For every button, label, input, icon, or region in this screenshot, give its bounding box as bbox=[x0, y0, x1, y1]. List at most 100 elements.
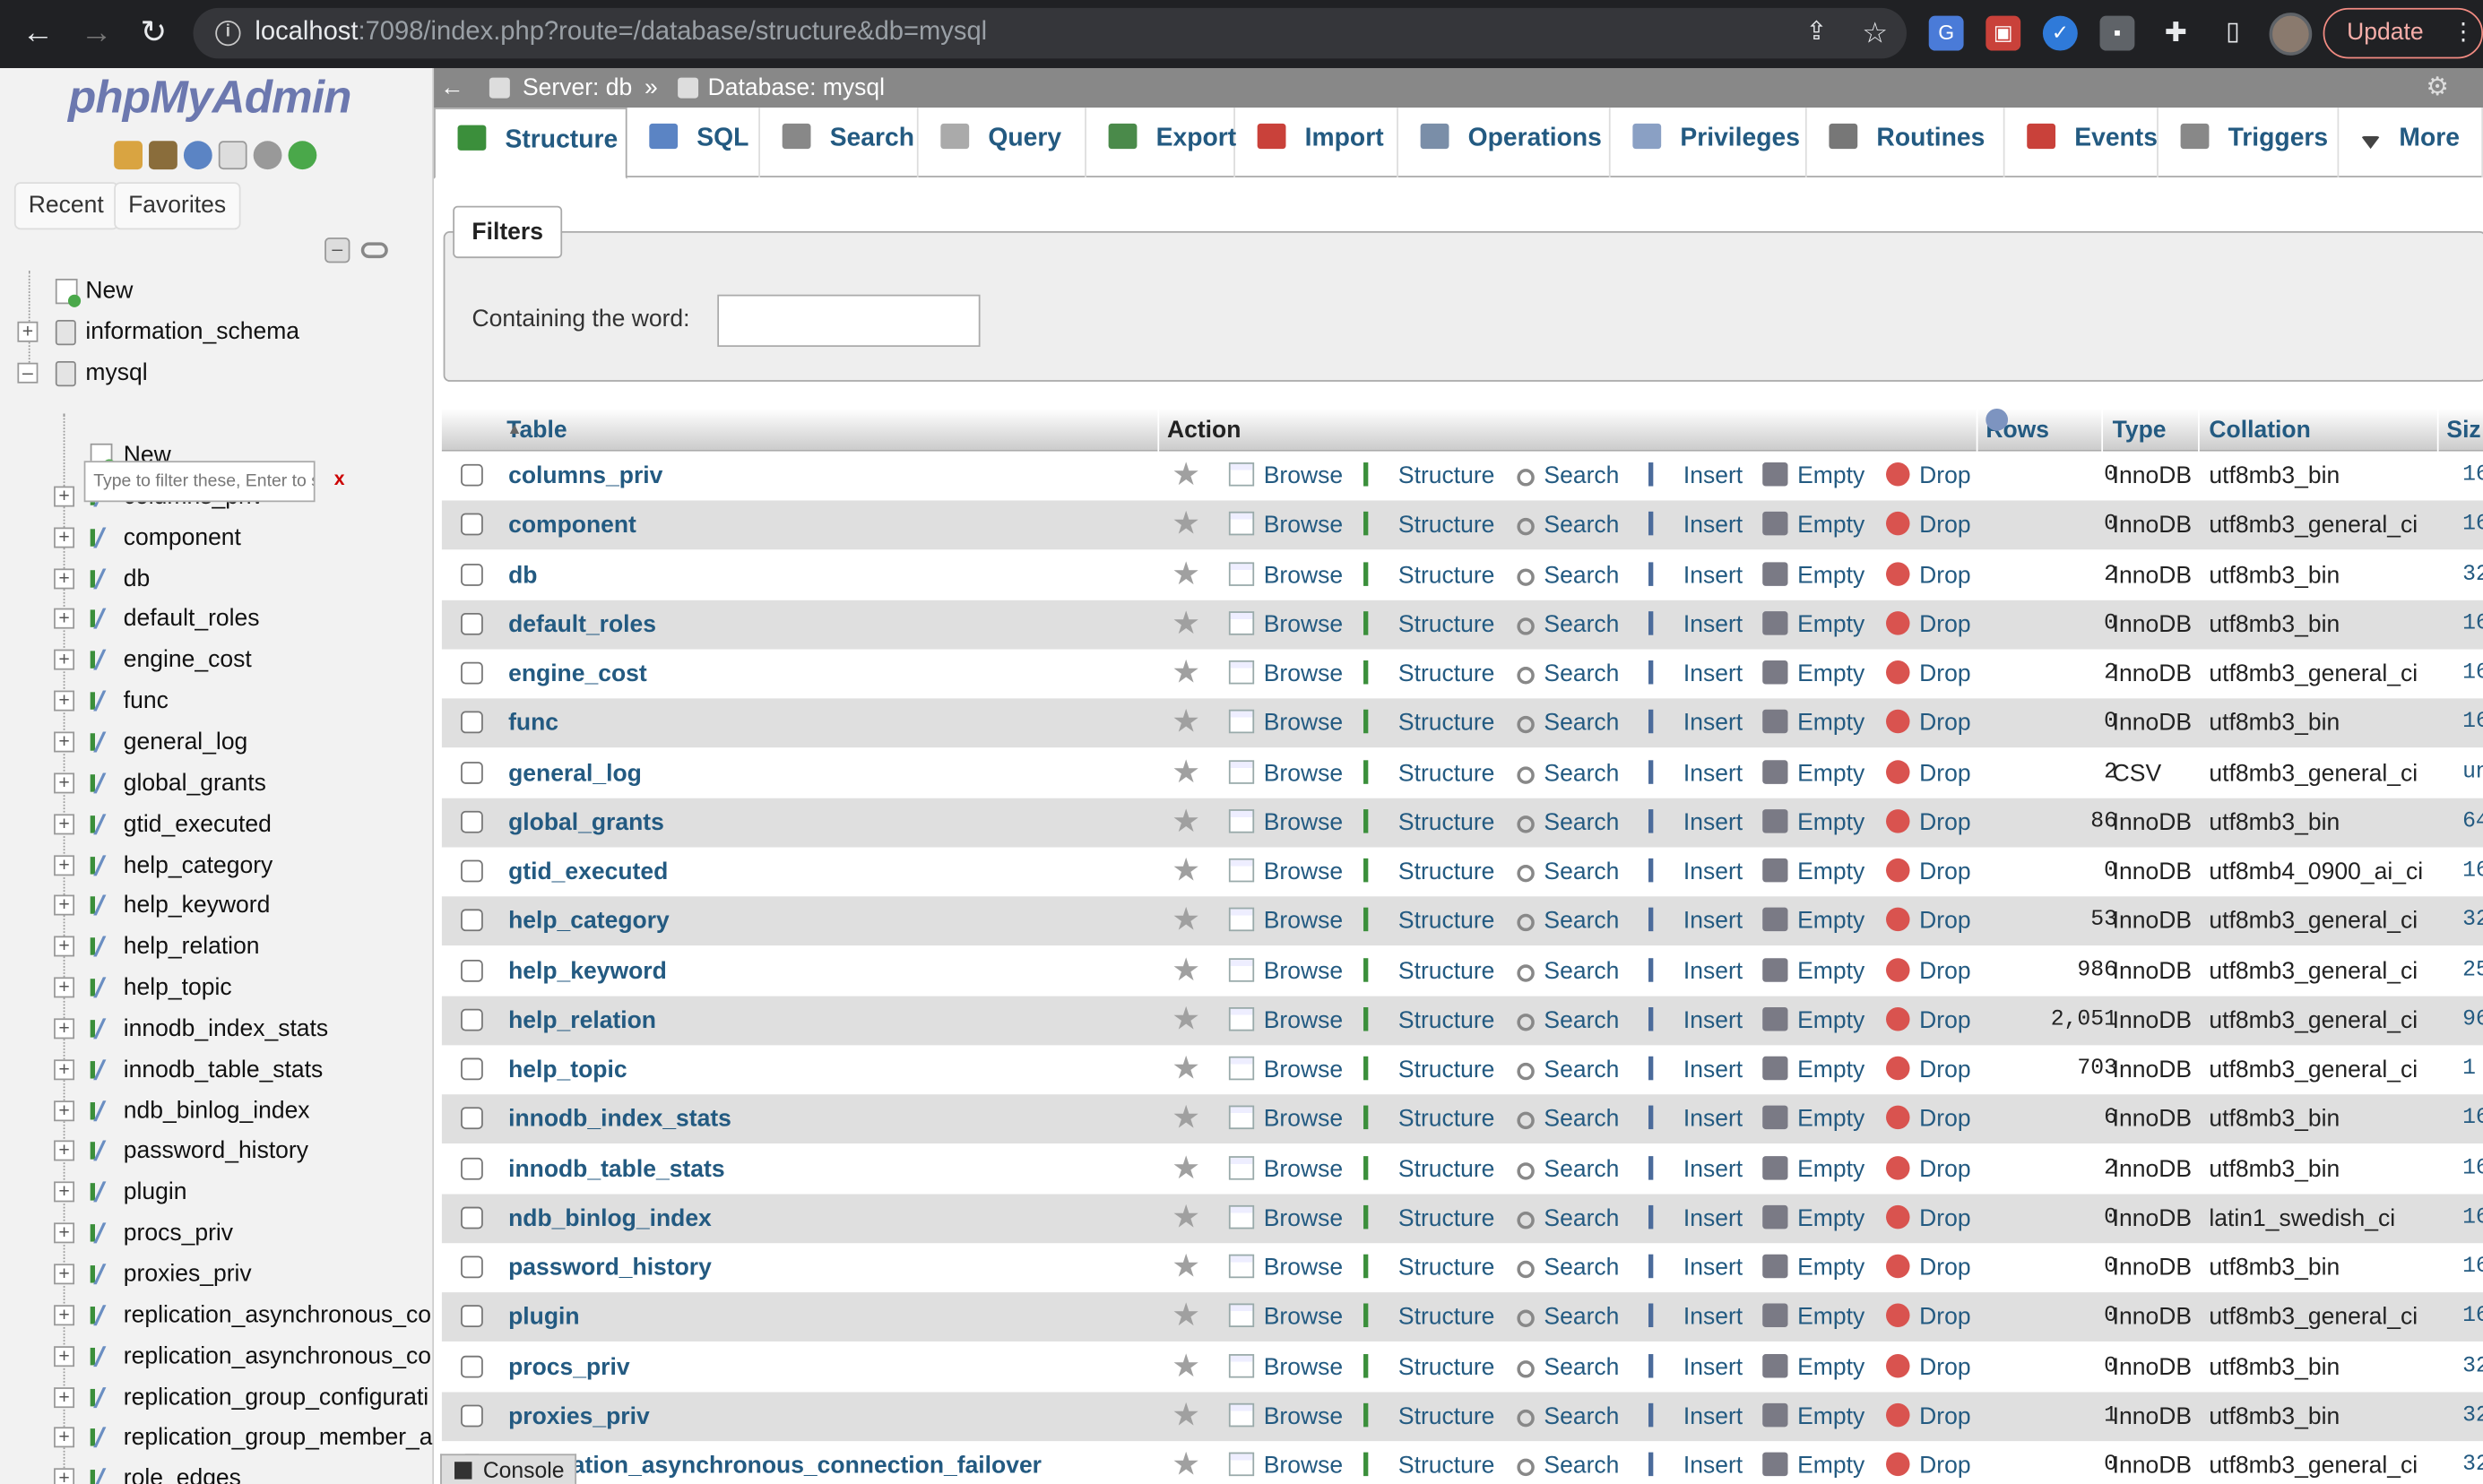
extension-icon[interactable]: ✓ bbox=[2042, 15, 2078, 51]
empty-action[interactable]: Empty bbox=[1762, 501, 1864, 550]
insert-action[interactable]: Insert bbox=[1648, 1095, 1743, 1144]
search-action[interactable]: Search bbox=[1517, 452, 1619, 501]
search-action[interactable]: Search bbox=[1517, 1095, 1619, 1144]
expand-icon[interactable]: + bbox=[54, 526, 75, 548]
tab-query[interactable]: Query bbox=[919, 108, 1086, 177]
table-icon[interactable] bbox=[90, 812, 114, 836]
back-arrow-icon[interactable]: ← bbox=[17, 13, 58, 54]
tab-more[interactable]: More bbox=[2339, 108, 2483, 177]
recent-tables-button[interactable]: Recent bbox=[13, 182, 118, 230]
collapse-sidebar-arrow-icon[interactable]: ← bbox=[440, 68, 463, 108]
favorite-star-icon[interactable]: ★ bbox=[1172, 501, 1200, 550]
tab-search[interactable]: Search bbox=[760, 108, 919, 177]
expand-icon[interactable]: + bbox=[54, 772, 75, 794]
table-name-link[interactable]: replication_asynchronous_connection_fail… bbox=[508, 1441, 1042, 1484]
structure-action[interactable]: Structure bbox=[1363, 748, 1494, 798]
table-size[interactable]: 16 bbox=[2462, 848, 2483, 897]
row-checkbox[interactable] bbox=[461, 513, 483, 536]
structure-action[interactable]: Structure bbox=[1363, 1095, 1494, 1144]
table-icon[interactable] bbox=[90, 1426, 114, 1450]
structure-action[interactable]: Structure bbox=[1363, 1293, 1494, 1342]
structure-action[interactable]: Structure bbox=[1363, 699, 1494, 748]
console-toggle[interactable]: Console bbox=[440, 1454, 577, 1484]
browse-action[interactable]: Browse bbox=[1228, 699, 1343, 748]
side-panel-icon[interactable]: ▯ bbox=[2212, 13, 2254, 54]
insert-action[interactable]: Insert bbox=[1648, 1342, 1743, 1392]
logout-icon[interactable] bbox=[149, 141, 177, 170]
search-action[interactable]: Search bbox=[1517, 848, 1619, 897]
table-size[interactable]: 16 bbox=[2462, 1194, 2483, 1243]
structure-action[interactable]: Structure bbox=[1363, 1392, 1494, 1441]
table-icon[interactable] bbox=[90, 1467, 114, 1484]
expand-icon[interactable]: + bbox=[54, 978, 75, 998]
expand-icon[interactable]: + bbox=[54, 1428, 75, 1449]
expand-icon[interactable]: + bbox=[54, 813, 75, 834]
expand-icon[interactable]: + bbox=[54, 936, 75, 957]
table-size[interactable]: 32 bbox=[2462, 897, 2483, 946]
row-checkbox[interactable] bbox=[461, 711, 483, 734]
column-header-type[interactable]: Type bbox=[2113, 409, 2167, 452]
structure-action[interactable]: Structure bbox=[1363, 996, 1494, 1045]
table-icon[interactable] bbox=[90, 893, 114, 918]
table-name-link[interactable]: help_relation bbox=[508, 996, 656, 1045]
tab-import[interactable]: Import bbox=[1235, 108, 1398, 177]
search-action[interactable]: Search bbox=[1517, 946, 1619, 996]
row-checkbox[interactable] bbox=[461, 463, 483, 487]
search-action[interactable]: Search bbox=[1517, 600, 1619, 649]
empty-action[interactable]: Empty bbox=[1762, 1293, 1864, 1342]
table-icon[interactable] bbox=[90, 525, 114, 549]
expand-icon[interactable]: + bbox=[54, 854, 75, 876]
table-icon[interactable] bbox=[90, 1099, 114, 1123]
table-icon[interactable] bbox=[90, 648, 114, 672]
row-checkbox[interactable] bbox=[461, 959, 483, 981]
search-action[interactable]: Search bbox=[1517, 1045, 1619, 1094]
row-checkbox[interactable] bbox=[461, 1354, 483, 1377]
browse-action[interactable]: Browse bbox=[1228, 1095, 1343, 1144]
table-size[interactable]: 1 bbox=[2462, 1045, 2476, 1094]
insert-action[interactable]: Insert bbox=[1648, 1293, 1743, 1342]
insert-action[interactable]: Insert bbox=[1648, 699, 1743, 748]
table-name-link[interactable]: help_category bbox=[508, 897, 670, 946]
empty-action[interactable]: Empty bbox=[1762, 650, 1864, 699]
browse-action[interactable]: Browse bbox=[1228, 501, 1343, 550]
expand-icon[interactable]: + bbox=[54, 1058, 75, 1080]
collapse-all-icon[interactable]: – bbox=[324, 237, 350, 263]
help-icon[interactable] bbox=[183, 141, 212, 170]
insert-action[interactable]: Insert bbox=[1648, 452, 1743, 501]
breadcrumb-server[interactable]: Server: db bbox=[523, 68, 632, 108]
structure-action[interactable]: Structure bbox=[1363, 1144, 1494, 1194]
table-name-link[interactable]: gtid_executed bbox=[508, 848, 668, 897]
tab-events[interactable]: Events bbox=[2005, 108, 2159, 177]
row-checkbox[interactable] bbox=[461, 1008, 483, 1031]
search-action[interactable]: Search bbox=[1517, 1144, 1619, 1194]
insert-action[interactable]: Insert bbox=[1648, 946, 1743, 996]
table-name-link[interactable]: global_grants bbox=[508, 798, 664, 847]
favorite-star-icon[interactable]: ★ bbox=[1172, 1144, 1200, 1194]
table-name-link[interactable]: proxies_priv bbox=[508, 1392, 650, 1441]
structure-action[interactable]: Structure bbox=[1363, 946, 1494, 996]
filter-word-input[interactable] bbox=[717, 294, 981, 348]
structure-action[interactable]: Structure bbox=[1363, 600, 1494, 649]
favorite-star-icon[interactable]: ★ bbox=[1172, 996, 1200, 1045]
bookmark-star-icon[interactable]: ☆ bbox=[1855, 13, 1896, 54]
favorite-star-icon[interactable]: ★ bbox=[1172, 600, 1200, 649]
table-filter-input[interactable]: Type to filter these, Enter to s bbox=[83, 461, 316, 503]
table-icon[interactable] bbox=[90, 566, 114, 591]
breadcrumb-database[interactable]: Database: mysql bbox=[708, 68, 885, 108]
search-action[interactable]: Search bbox=[1517, 1441, 1619, 1484]
expand-icon[interactable]: + bbox=[54, 1018, 75, 1040]
favorite-star-icon[interactable]: ★ bbox=[1172, 798, 1200, 847]
empty-action[interactable]: Empty bbox=[1762, 1144, 1864, 1194]
row-checkbox[interactable] bbox=[461, 1255, 483, 1279]
row-checkbox[interactable] bbox=[461, 563, 483, 586]
favorite-star-icon[interactable]: ★ bbox=[1172, 848, 1200, 897]
table-size[interactable]: 32 bbox=[2462, 1342, 2483, 1392]
search-action[interactable]: Search bbox=[1517, 501, 1619, 550]
favorite-star-icon[interactable]: ★ bbox=[1172, 946, 1200, 996]
search-action[interactable]: Search bbox=[1517, 748, 1619, 798]
empty-action[interactable]: Empty bbox=[1762, 452, 1864, 501]
insert-action[interactable]: Insert bbox=[1648, 798, 1743, 847]
insert-action[interactable]: Insert bbox=[1648, 501, 1743, 550]
table-icon[interactable] bbox=[90, 1139, 114, 1163]
insert-action[interactable]: Insert bbox=[1648, 897, 1743, 946]
